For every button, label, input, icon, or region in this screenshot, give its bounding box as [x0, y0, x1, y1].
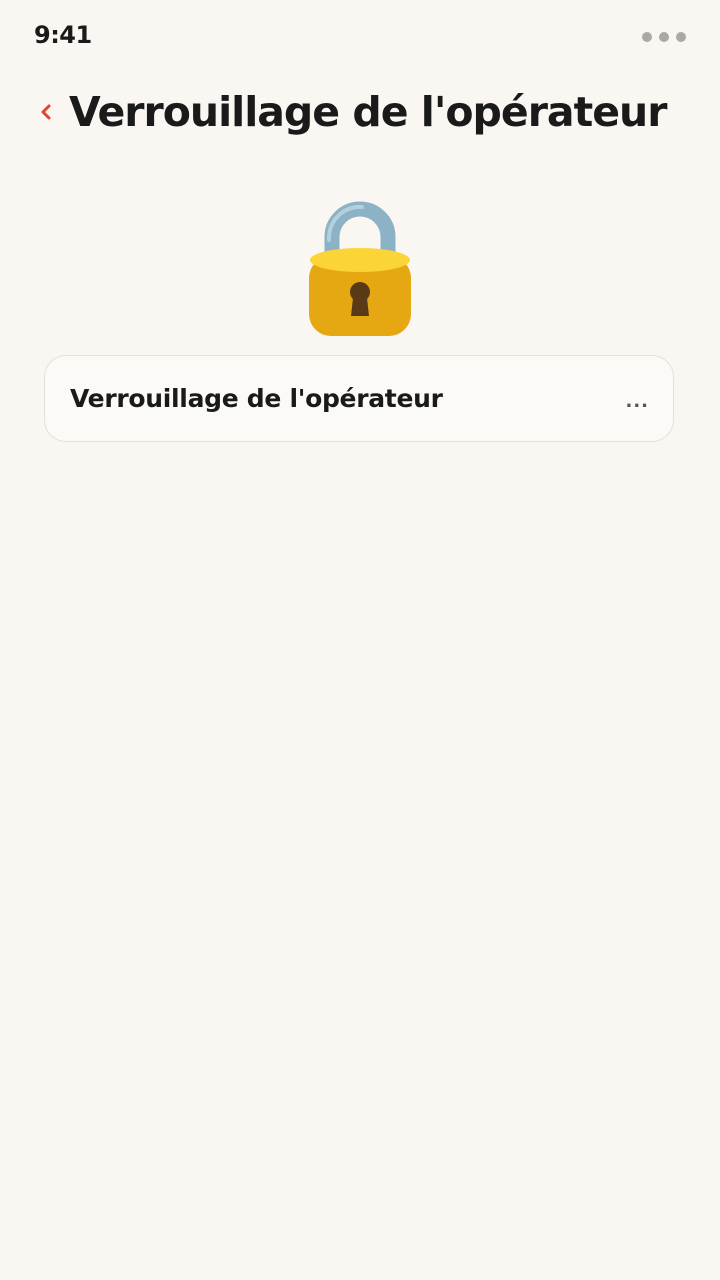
- back-button[interactable]: [40, 92, 62, 132]
- more-dots-icon[interactable]: [642, 32, 686, 42]
- page-header: Verrouillage de l'opérateur: [40, 84, 690, 140]
- chevron-left-icon: [41, 104, 51, 120]
- more-icon[interactable]: ...: [625, 391, 649, 412]
- page-title: Verrouillage de l'opérateur: [69, 88, 667, 136]
- dot: [642, 32, 652, 42]
- padlock-icon: [309, 201, 411, 336]
- status-time: 9:41: [34, 21, 92, 49]
- list-item-label: Verrouillage de l'opérateur: [70, 384, 443, 413]
- dot: [659, 32, 669, 42]
- hero: [0, 192, 720, 338]
- dot: [676, 32, 686, 42]
- list-item[interactable]: Verrouillage de l'opérateur ...: [44, 355, 674, 442]
- status-bar: 9:41: [0, 0, 720, 74]
